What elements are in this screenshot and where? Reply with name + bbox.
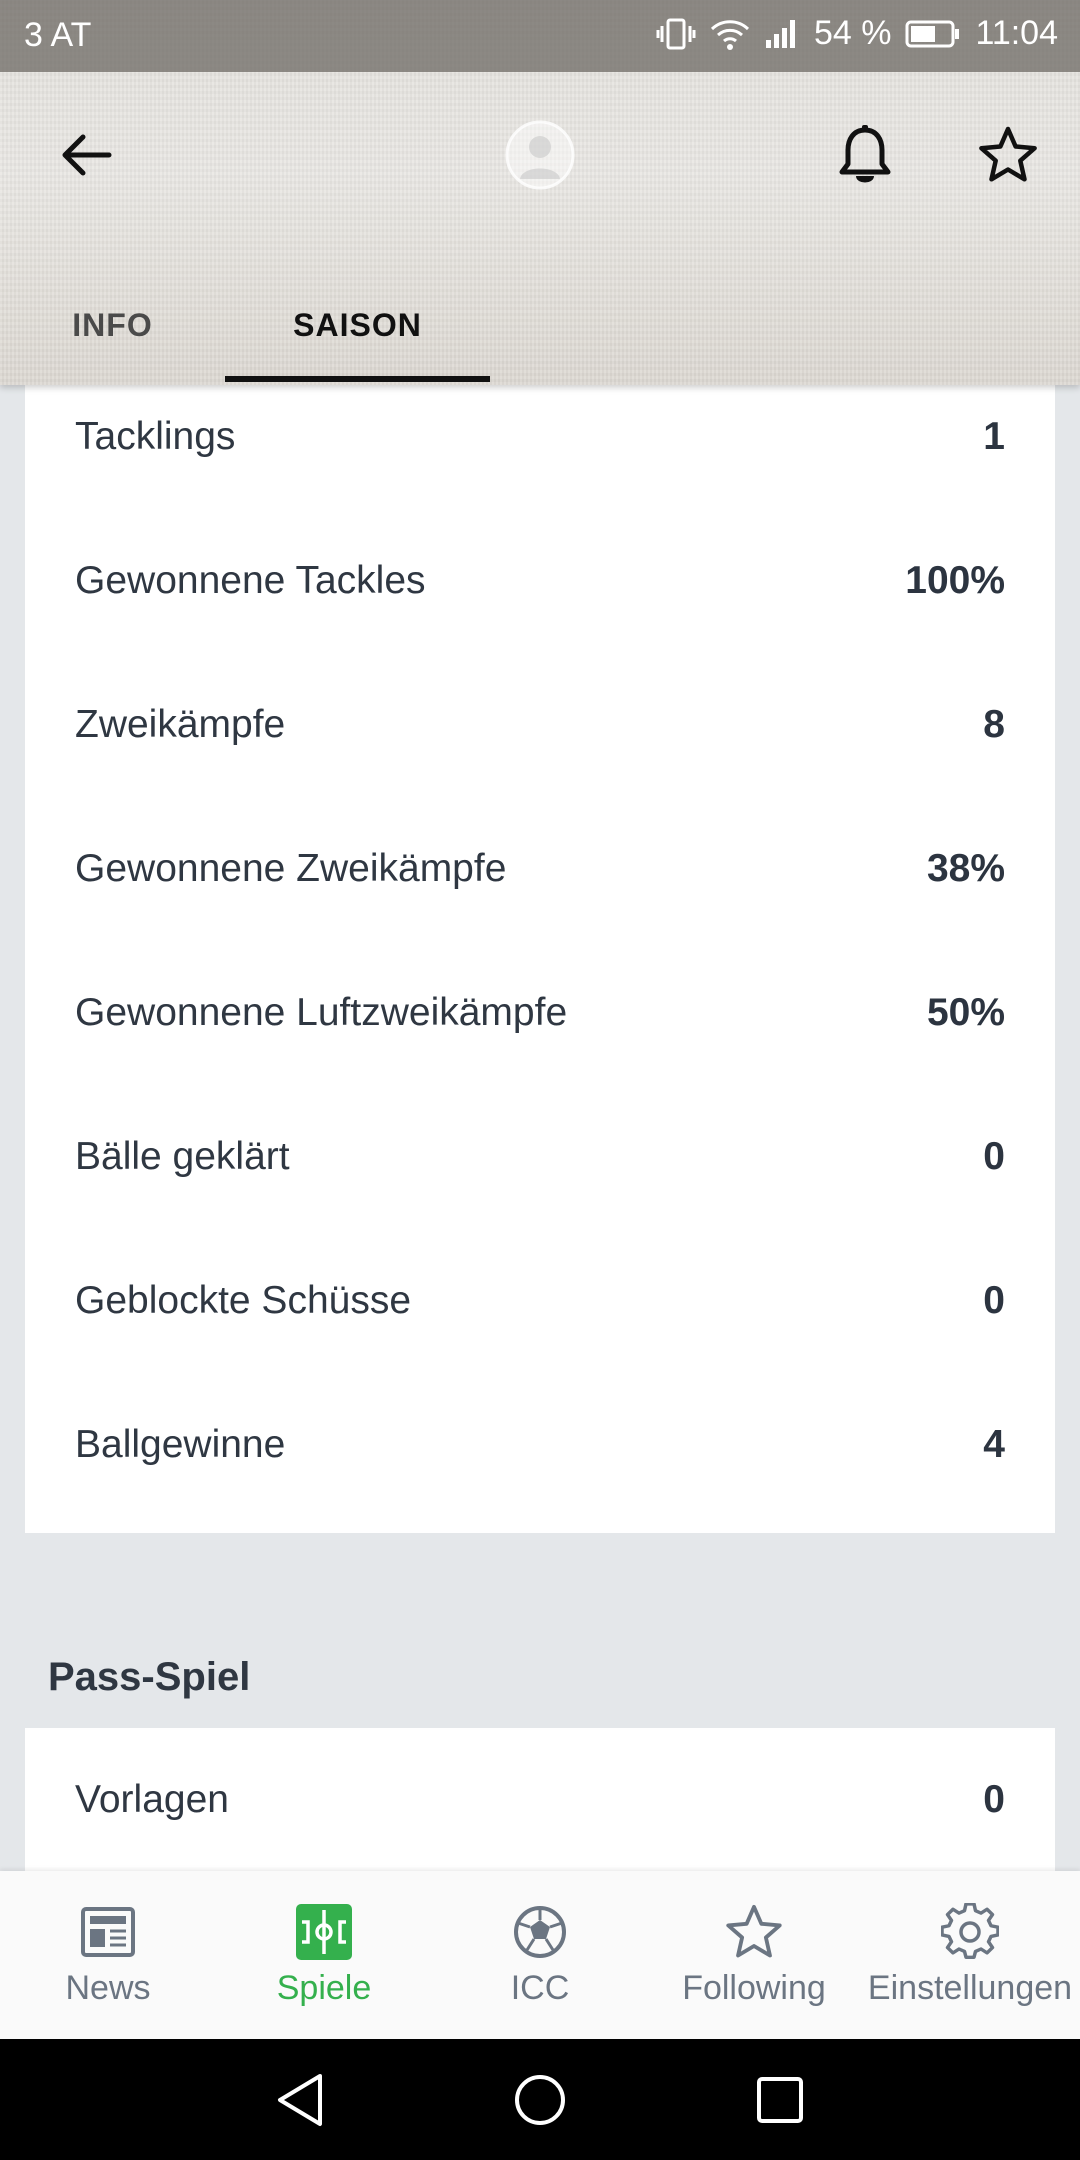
stat-value: 0 bbox=[983, 1135, 1005, 1178]
stat-value: 100% bbox=[905, 559, 1005, 602]
nav-label: Einstellungen bbox=[867, 1969, 1073, 2007]
stat-row-blocked-shots: Geblockte Schüsse 0 bbox=[25, 1229, 1055, 1373]
status-bar: 3 AT 54 % 11:04 bbox=[0, 0, 1080, 72]
season-stats-content[interactable]: Tacklings 1 Gewonnene Tackles 100% Zweik… bbox=[0, 385, 1080, 1871]
stat-label: Ballgewinne bbox=[75, 1423, 286, 1466]
stat-label: Bälle geklärt bbox=[75, 1135, 290, 1178]
stat-label: Gewonnene Tackles bbox=[75, 559, 426, 602]
nav-item-spiele[interactable]: Spiele bbox=[244, 1871, 404, 2039]
stat-value: 0 bbox=[983, 1778, 1005, 1821]
battery-percent: 54 % bbox=[813, 14, 892, 52]
stat-row-won-tackles: Gewonnene Tackles 100% bbox=[25, 509, 1055, 653]
nav-label: ICC bbox=[510, 1969, 570, 2007]
person-placeholder-icon bbox=[505, 120, 575, 190]
ball-icon bbox=[512, 1901, 568, 1963]
tab-saison[interactable]: SAISON bbox=[225, 270, 490, 380]
bottom-navigation: News Spiele ICC Following Einstellungen bbox=[0, 1871, 1080, 2039]
favorite-button[interactable] bbox=[963, 110, 1053, 200]
pass-stats-card: Vorlagen 0 bbox=[25, 1728, 1055, 1871]
system-back-button[interactable] bbox=[245, 2039, 355, 2160]
stat-row-clearances: Bälle geklärt 0 bbox=[25, 1085, 1055, 1229]
app-header: 3 AT 54 % 11:04 INFO SAISON bbox=[0, 0, 1080, 385]
active-tab-indicator bbox=[225, 376, 490, 382]
back-button[interactable] bbox=[40, 110, 130, 200]
vibrate-icon bbox=[656, 16, 696, 52]
stat-row-tacklings: Tacklings 1 bbox=[25, 385, 1055, 509]
nav-label: News bbox=[65, 1969, 151, 2007]
nav-item-following[interactable]: Following bbox=[664, 1871, 844, 2039]
newspaper-icon bbox=[80, 1901, 136, 1963]
wifi-icon bbox=[710, 17, 750, 51]
pitch-icon bbox=[296, 1901, 352, 1963]
player-avatar bbox=[500, 115, 580, 195]
battery-icon bbox=[905, 19, 961, 49]
stat-value: 1 bbox=[983, 415, 1005, 458]
notification-button[interactable] bbox=[820, 110, 910, 200]
nav-item-einstellungen[interactable]: Einstellungen bbox=[860, 1871, 1080, 2039]
stat-row-won-aerial-duels: Gewonnene Luftzweikämpfe 50% bbox=[25, 941, 1055, 1085]
stat-row-ball-recoveries: Ballgewinne 4 bbox=[25, 1373, 1055, 1517]
stat-label: Tacklings bbox=[75, 415, 236, 458]
stat-label: Gewonnene Luftzweikämpfe bbox=[75, 991, 568, 1034]
section-title-pass-spiel: Pass-Spiel bbox=[48, 1655, 251, 1699]
star-outline-icon bbox=[979, 126, 1037, 182]
tab-bar: INFO SAISON bbox=[0, 270, 1080, 385]
signal-icon bbox=[764, 18, 800, 50]
nav-label: Following bbox=[682, 1969, 826, 2007]
stat-value: 38% bbox=[926, 847, 1005, 890]
stat-value: 8 bbox=[983, 703, 1005, 746]
stat-label: Zweikämpfe bbox=[75, 703, 286, 746]
square-recents-icon bbox=[757, 2076, 803, 2123]
bell-icon bbox=[839, 125, 891, 183]
carrier-label: 3 AT bbox=[24, 16, 92, 54]
circle-home-icon bbox=[515, 2074, 565, 2125]
stat-row-duels: Zweikämpfe 8 bbox=[25, 653, 1055, 797]
system-home-button[interactable] bbox=[485, 2039, 595, 2160]
stat-value: 4 bbox=[983, 1423, 1005, 1466]
nav-label: Spiele bbox=[276, 1969, 372, 2007]
system-navigation-bar bbox=[0, 2039, 1080, 2160]
defense-stats-card: Tacklings 1 Gewonnene Tackles 100% Zweik… bbox=[25, 385, 1055, 1533]
tab-info[interactable]: INFO bbox=[40, 270, 185, 380]
nav-item-news[interactable]: News bbox=[28, 1871, 188, 2039]
gear-icon bbox=[941, 1901, 999, 1963]
system-recents-button[interactable] bbox=[725, 2039, 835, 2160]
stat-label: Vorlagen bbox=[75, 1778, 229, 1821]
stat-value: 50% bbox=[926, 991, 1005, 1034]
stat-row-won-duels: Gewonnene Zweikämpfe 38% bbox=[25, 797, 1055, 941]
status-icons: 54 % 11:04 bbox=[656, 14, 1058, 53]
stat-value: 0 bbox=[983, 1279, 1005, 1322]
stat-label: Geblockte Schüsse bbox=[75, 1279, 412, 1322]
clock: 11:04 bbox=[975, 14, 1058, 52]
arrow-back-icon bbox=[62, 134, 112, 176]
stat-label: Gewonnene Zweikämpfe bbox=[75, 847, 507, 890]
stat-row-assists: Vorlagen 0 bbox=[25, 1728, 1055, 1871]
triangle-back-icon bbox=[278, 2073, 322, 2126]
nav-item-icc[interactable]: ICC bbox=[460, 1871, 620, 2039]
star-icon bbox=[724, 1901, 784, 1963]
